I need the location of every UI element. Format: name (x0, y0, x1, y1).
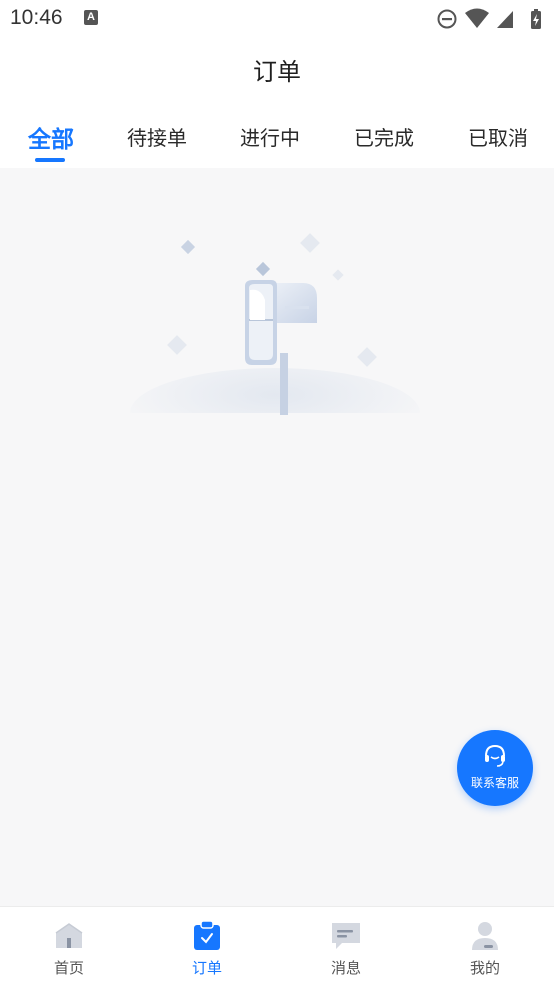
tab-completed[interactable]: 已完成 (354, 122, 414, 151)
nav-home-label: 首页 (53, 959, 84, 977)
notification-icon: A (84, 10, 98, 25)
tab-all[interactable]: 全部 (28, 120, 74, 154)
empty-mailbox-illustration (125, 233, 425, 428)
contact-support-button[interactable]: 联系客服 (457, 730, 533, 806)
nav-orders[interactable]: 订单 (138, 907, 276, 985)
contact-support-label: 联系客服 (470, 776, 519, 790)
nav-profile[interactable]: 我的 (416, 907, 554, 985)
page-title: 订单 (253, 58, 301, 86)
page-header: 订单 (0, 38, 554, 100)
nav-home[interactable]: 首页 (0, 907, 138, 985)
message-icon (332, 923, 360, 949)
tab-pending[interactable]: 待接单 (127, 122, 187, 151)
battery-icon (531, 9, 541, 29)
user-icon (472, 922, 498, 950)
status-time: 10:46 (10, 6, 63, 29)
signal-icon (497, 11, 513, 28)
tab-indicator (35, 158, 65, 162)
wifi-icon (465, 8, 489, 28)
nav-messages-label: 消息 (330, 959, 361, 977)
home-icon (55, 923, 83, 948)
order-tabs: 全部 待接单 进行中 已完成 已取消 (0, 100, 554, 168)
tab-cancelled[interactable]: 已取消 (468, 122, 528, 151)
nav-orders-label: 订单 (191, 959, 222, 977)
status-bar: 10:46 A (0, 0, 554, 38)
clipboard-icon (194, 920, 220, 950)
do-not-disturb-icon (437, 9, 457, 29)
bottom-nav: 首页 订单 消息 我的 (0, 906, 554, 985)
tab-in-progress[interactable]: 进行中 (240, 122, 300, 151)
headset-icon (485, 744, 505, 767)
nav-profile-label: 我的 (469, 959, 500, 977)
nav-messages[interactable]: 消息 (277, 907, 415, 985)
